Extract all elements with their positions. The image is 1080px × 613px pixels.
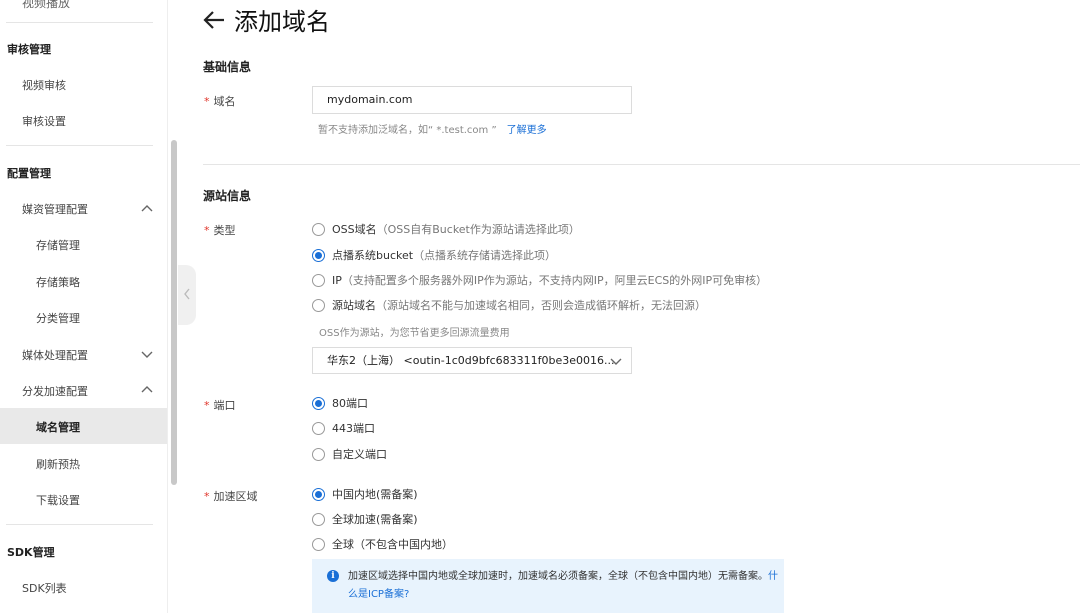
chevron-left-icon [184, 288, 190, 300]
sidebar-item-cdn-config[interactable]: 分发加速配置 [22, 383, 88, 399]
section-title-origin: 源站信息 [203, 189, 252, 203]
required-mark: * [204, 224, 210, 237]
region-option-mainland[interactable]: 中国内地(需备案) [312, 486, 418, 502]
type-label-text: 类型 [213, 224, 236, 237]
sidebar-item-storage-mgmt[interactable]: 存储管理 [36, 237, 80, 253]
info-text-body: 加速区域选择中国内地或全球加速时，加速域名必须备案，全球（不包含中国内地）无需备… [348, 571, 768, 582]
learn-more-link[interactable]: 了解更多 [507, 125, 547, 136]
type-label: * 类型 [204, 222, 236, 238]
sidebar-item-refresh-preheat[interactable]: 刷新预热 [36, 456, 80, 472]
sidebar-divider [6, 22, 153, 23]
sidebar-collapse-button[interactable] [178, 265, 196, 325]
sidebar-item-video-audit[interactable]: 视频审核 [22, 77, 66, 93]
sidebar-item-storage-policy[interactable]: 存储策略 [36, 274, 80, 290]
type-option-oss[interactable]: OSS域名 （OSS自有Bucket作为源站请选择此项） [312, 221, 580, 237]
radio-region-global-excl[interactable] [312, 537, 325, 551]
section-title-basic: 基础信息 [203, 60, 252, 74]
port-option-label: 443端口 [332, 422, 375, 435]
sidebar-item-media-config[interactable]: 媒资管理配置 [22, 201, 88, 217]
region-label: * 加速区域 [204, 488, 258, 504]
required-mark: * [204, 399, 210, 412]
port-option-443[interactable]: 443端口 [312, 420, 375, 436]
port-option-80[interactable]: 80端口 [312, 395, 368, 411]
type-option-ip[interactable]: IP （支持配置多个服务器外网IP作为源站，不支持内网IP，阿里云ECS的外网IP… [312, 272, 767, 288]
chevron-down-icon [610, 358, 622, 365]
type-option-label: 源站域名 [332, 299, 376, 312]
type-option-vod-bucket[interactable]: 点播系统bucket （点播系统存储请选择此项） [312, 247, 556, 263]
sidebar-scrollbar[interactable] [171, 140, 177, 485]
type-option-desc: （点播系统存储请选择此项） [413, 249, 557, 262]
page-title: 添加域名 [234, 8, 330, 36]
info-icon: i [327, 570, 339, 582]
domain-label-text: 域名 [213, 95, 236, 108]
type-option-desc: （源站域名不能与加速域名相同，否则会造成循环解析，无法回源） [376, 299, 706, 312]
sidebar-item-media-processing[interactable]: 媒体处理配置 [22, 347, 88, 363]
chevron-down-icon[interactable] [140, 347, 154, 361]
sidebar-group-audit: 审核管理 [7, 43, 51, 56]
port-option-custom[interactable]: 自定义端口 [312, 446, 387, 462]
sidebar-item-sdk-list[interactable]: SDK列表 [22, 580, 67, 596]
region-option-label: 全球加速(需备案) [332, 513, 418, 526]
section-divider [203, 164, 1080, 165]
sidebar-divider [6, 145, 153, 146]
required-mark: * [204, 490, 210, 503]
radio-port-custom[interactable] [312, 447, 325, 461]
chevron-up-icon[interactable] [140, 202, 154, 216]
sidebar-active-highlight [0, 408, 167, 444]
bucket-select[interactable]: 华东2（上海） <outin-1c0d9bfc683311f0be3e0016.… [312, 347, 632, 374]
domain-help: 暂不支持添加泛域名，如“ *.test.com ” 了解更多 [318, 121, 547, 136]
sidebar-item-audit-settings[interactable]: 审核设置 [22, 113, 66, 129]
type-option-desc: （OSS自有Bucket作为源站请选择此项） [376, 223, 580, 236]
radio-region-global[interactable] [312, 512, 325, 526]
sidebar-item-domain-mgmt[interactable]: 域名管理 [36, 419, 80, 435]
sidebar-item-download-settings[interactable]: 下载设置 [36, 492, 80, 508]
radio-region-mainland[interactable] [312, 487, 325, 501]
info-text: 加速区域选择中国内地或全球加速时，加速域名必须备案，全球（不包含中国内地）无需备… [348, 568, 778, 604]
radio-origin-domain[interactable] [312, 298, 325, 312]
sidebar-group-config: 配置管理 [7, 167, 51, 180]
port-option-label: 80端口 [332, 397, 368, 410]
sidebar-item-category-mgmt[interactable]: 分类管理 [36, 310, 80, 326]
radio-oss[interactable] [312, 222, 325, 236]
radio-port-80[interactable] [312, 396, 325, 410]
port-option-label: 自定义端口 [332, 448, 387, 461]
chevron-up-icon[interactable] [140, 383, 154, 397]
sidebar: 视频播放 审核管理 视频审核 审核设置 配置管理 媒资管理配置 存储管理 存储策… [0, 0, 168, 613]
oss-note: OSS作为源站，为您节省更多回源流量费用 [319, 328, 510, 339]
domain-label: * 域名 [204, 93, 236, 109]
type-option-label: OSS域名 [332, 223, 377, 236]
region-option-label: 中国内地(需备案) [332, 488, 418, 501]
domain-help-text: 暂不支持添加泛域名，如“ *.test.com ” [318, 125, 497, 136]
sidebar-group-sdk: SDK管理 [7, 546, 55, 559]
sidebar-divider [6, 524, 153, 525]
radio-vod-bucket[interactable] [312, 248, 325, 262]
port-label-text: 端口 [213, 399, 236, 412]
type-option-label: 点播系统bucket [332, 249, 414, 262]
region-option-global[interactable]: 全球加速(需备案) [312, 511, 418, 527]
radio-port-443[interactable] [312, 421, 325, 435]
region-label-text: 加速区域 [213, 490, 258, 503]
port-label: * 端口 [204, 397, 236, 413]
type-option-origin-domain[interactable]: 源站域名 （源站域名不能与加速域名相同，否则会造成循环解析，无法回源） [312, 297, 706, 313]
info-box: i 加速区域选择中国内地或全球加速时，加速域名必须备案，全球（不包含中国内地）无… [312, 559, 784, 613]
region-option-global-excl[interactable]: 全球（不包含中国内地） [312, 536, 453, 552]
type-option-label: IP [332, 273, 342, 287]
domain-input[interactable]: mydomain.com [312, 86, 632, 114]
required-mark: * [204, 95, 210, 108]
radio-ip[interactable] [312, 273, 325, 287]
type-option-desc: （支持配置多个服务器外网IP作为源站，不支持内网IP，阿里云ECS的外网IP可免… [341, 274, 768, 287]
sidebar-item-cut[interactable]: 视频播放 [22, 0, 70, 11]
bucket-select-value: 华东2（上海） <outin-1c0d9bfc683311f0be3e0016.… [327, 354, 615, 367]
back-arrow-icon[interactable] [202, 8, 226, 32]
region-option-label: 全球（不包含中国内地） [332, 538, 453, 551]
